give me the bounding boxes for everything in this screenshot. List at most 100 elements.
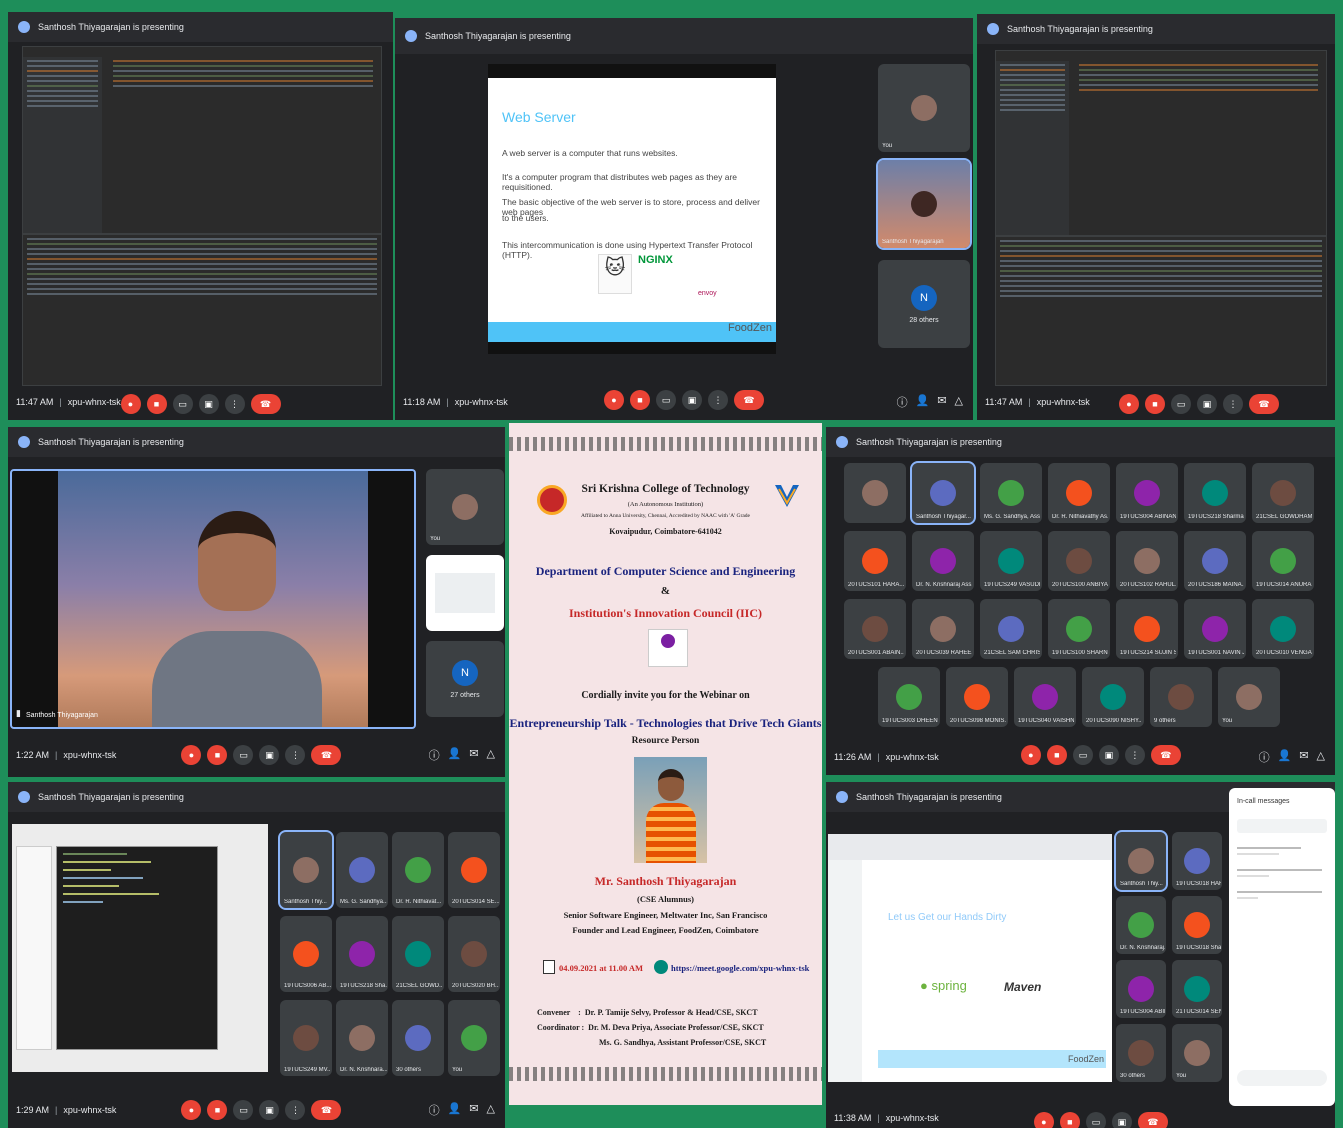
people-icon[interactable]: 👤 (448, 747, 462, 763)
info-icon[interactable]: ⓘ (1259, 749, 1270, 765)
more-options-icon[interactable]: ⋮ (1124, 745, 1145, 765)
chat-icon[interactable]: ✉ (469, 1102, 478, 1118)
participant-tile[interactable]: 21CSEL GOWD... (392, 916, 444, 992)
chat-icon[interactable]: ✉ (469, 747, 478, 763)
participant-tile[interactable] (844, 463, 906, 523)
mic-off-icon[interactable]: ● (1033, 1112, 1054, 1128)
screen-share-thumb[interactable] (426, 555, 504, 631)
participant-tile[interactable]: 20TUCS090 NISHY... (1082, 667, 1144, 727)
participant-tile[interactable]: 19TUCS214 SUJIN S (1116, 599, 1178, 659)
chat-icon[interactable]: ✉ (937, 394, 946, 410)
chat-input[interactable] (1237, 1070, 1327, 1086)
participant-tile[interactable]: 9 others (1150, 667, 1212, 727)
participant-tile[interactable]: 20TUCS098 MONIS... (946, 667, 1008, 727)
participant-tile[interactable]: 30 others (1116, 1024, 1166, 1082)
participant-tile[interactable]: 19TUCS001 NAVIN JV (1184, 599, 1246, 659)
mic-off-icon[interactable]: ● (604, 390, 624, 410)
participant-tile[interactable]: 19TUCS249 MV... (280, 1000, 332, 1076)
participant-tile[interactable]: 21CSEL SAM CHRIST... (980, 599, 1042, 659)
camera-off-icon[interactable]: ■ (207, 1100, 228, 1120)
participant-tile[interactable]: Ms. G. Sandhya... (336, 832, 388, 908)
participant-tile[interactable]: 30 others (392, 1000, 444, 1076)
chat-icon[interactable]: ✉ (1299, 749, 1308, 765)
captions-icon[interactable]: ▭ (1072, 745, 1093, 765)
participant-tile[interactable]: Santhosh Thiy... (278, 830, 334, 910)
present-icon[interactable]: ▣ (198, 394, 219, 414)
camera-off-icon[interactable]: ■ (1046, 745, 1067, 765)
participant-tile-presenter[interactable]: Santhosh Thiyagarajan (876, 158, 972, 250)
participant-tile[interactable]: You (448, 1000, 500, 1076)
participant-tile[interactable]: 19TUCS018 HAR... (1172, 832, 1222, 890)
end-call-button[interactable]: ☎ (311, 745, 342, 765)
captions-icon[interactable]: ▭ (1170, 394, 1191, 414)
camera-off-icon[interactable]: ■ (630, 390, 650, 410)
present-icon[interactable]: ▣ (259, 1100, 280, 1120)
participant-tile[interactable]: 19TUCS218 Sharma... (1184, 463, 1246, 523)
participant-tile[interactable]: Ms. G. Sandhya, Ass... (980, 463, 1042, 523)
participant-tile[interactable]: 20TUCS001 ABAIN... (844, 599, 906, 659)
participant-tile[interactable]: 19TUCS004 ABIN... (1116, 960, 1166, 1018)
participant-tile[interactable]: 19TUCS006 AB... (280, 916, 332, 992)
participant-tile[interactable]: 20TUCS101 HARA... (844, 531, 906, 591)
webinar-link[interactable]: https://meet.google.com/xpu-whnx-tsk (671, 963, 809, 973)
people-icon[interactable]: 👤 (916, 394, 930, 410)
camera-off-icon[interactable]: ■ (207, 745, 228, 765)
present-icon[interactable]: ▣ (259, 745, 280, 765)
present-icon[interactable]: ▣ (1196, 394, 1217, 414)
participant-tile[interactable]: 21TUCS014 SENT... (1172, 960, 1222, 1018)
participant-tile[interactable]: You (1172, 1024, 1222, 1082)
end-call-button[interactable]: ☎ (250, 394, 281, 414)
mic-off-icon[interactable]: ● (120, 394, 141, 414)
present-icon[interactable]: ▣ (682, 390, 702, 410)
participant-tile[interactable]: Dr. N. Krishnaraj Ass... (912, 531, 974, 591)
participant-tile[interactable]: Santhosh Thiyagar... (910, 461, 976, 525)
more-options-icon[interactable]: ⋮ (285, 745, 306, 765)
activities-icon[interactable]: △ (955, 394, 963, 410)
mic-off-icon[interactable]: ● (181, 1100, 202, 1120)
participant-tile[interactable]: Dr. R. Nithiavat... (392, 832, 444, 908)
participant-tile[interactable]: 19TUCS003 DHEEN... (878, 667, 940, 727)
participant-tile-others[interactable]: N 28 others (878, 260, 970, 348)
participant-tile[interactable]: 20TUCS014 SE... (448, 832, 500, 908)
camera-off-icon[interactable]: ■ (1059, 1112, 1080, 1128)
participant-tile-you[interactable]: You (426, 469, 504, 545)
captions-icon[interactable]: ▭ (233, 1100, 254, 1120)
people-icon[interactable]: 👤 (448, 1102, 462, 1118)
end-call-button[interactable]: ☎ (734, 390, 764, 410)
present-icon[interactable]: ▣ (1098, 745, 1119, 765)
participant-tile[interactable]: You (1218, 667, 1280, 727)
participant-tile[interactable]: 19TUCS218 Sha... (336, 916, 388, 992)
info-icon[interactable]: ⓘ (429, 747, 440, 763)
participant-tile[interactable]: 19TUCS018 Shar... (1172, 896, 1222, 954)
more-options-icon[interactable]: ⋮ (1222, 394, 1243, 414)
participant-tile[interactable]: 19TUCS249 VASUDE... (980, 531, 1042, 591)
info-icon[interactable]: ⓘ (429, 1102, 440, 1118)
camera-off-icon[interactable]: ■ (146, 394, 167, 414)
more-options-icon[interactable]: ⋮ (224, 394, 245, 414)
end-call-button[interactable]: ☎ (1248, 394, 1279, 414)
camera-off-icon[interactable]: ■ (1144, 394, 1165, 414)
captions-icon[interactable]: ▭ (233, 745, 254, 765)
participant-tile[interactable]: Dr. R. Nithiavathy As... (1048, 463, 1110, 523)
activities-icon[interactable]: △ (487, 1102, 495, 1118)
end-call-button[interactable]: ☎ (1150, 745, 1181, 765)
activities-icon[interactable]: △ (1317, 749, 1325, 765)
more-options-icon[interactable]: ⋮ (708, 390, 728, 410)
participant-tile[interactable]: 19TUCS040 VAISHN... (1014, 667, 1076, 727)
participant-tile[interactable]: 20TUCS010 VENGAT... (1252, 599, 1314, 659)
participant-tile[interactable]: 20TUCS102 RAHUL... (1116, 531, 1178, 591)
captions-icon[interactable]: ▭ (656, 390, 676, 410)
participant-tile[interactable]: 19TUCS004 ABINAN... (1116, 463, 1178, 523)
participant-tile-others[interactable]: N 27 others (426, 641, 504, 717)
mic-off-icon[interactable]: ● (181, 745, 202, 765)
participant-tile[interactable]: 19TUCS014 ANURA... (1252, 531, 1314, 591)
participant-tile[interactable]: Dr. N. Krishnaraj... (1116, 896, 1166, 954)
captions-icon[interactable]: ▭ (172, 394, 193, 414)
end-call-button[interactable]: ☎ (311, 1100, 342, 1120)
participant-tile[interactable]: 20TUCS020 BH... (448, 916, 500, 992)
participant-tile[interactable]: 20TUCS039 RAHEE... (912, 599, 974, 659)
more-options-icon[interactable]: ⋮ (285, 1100, 306, 1120)
people-icon[interactable]: 👤 (1278, 749, 1292, 765)
participant-tile-you[interactable]: You (878, 64, 970, 152)
end-call-button[interactable]: ☎ (1137, 1112, 1168, 1128)
